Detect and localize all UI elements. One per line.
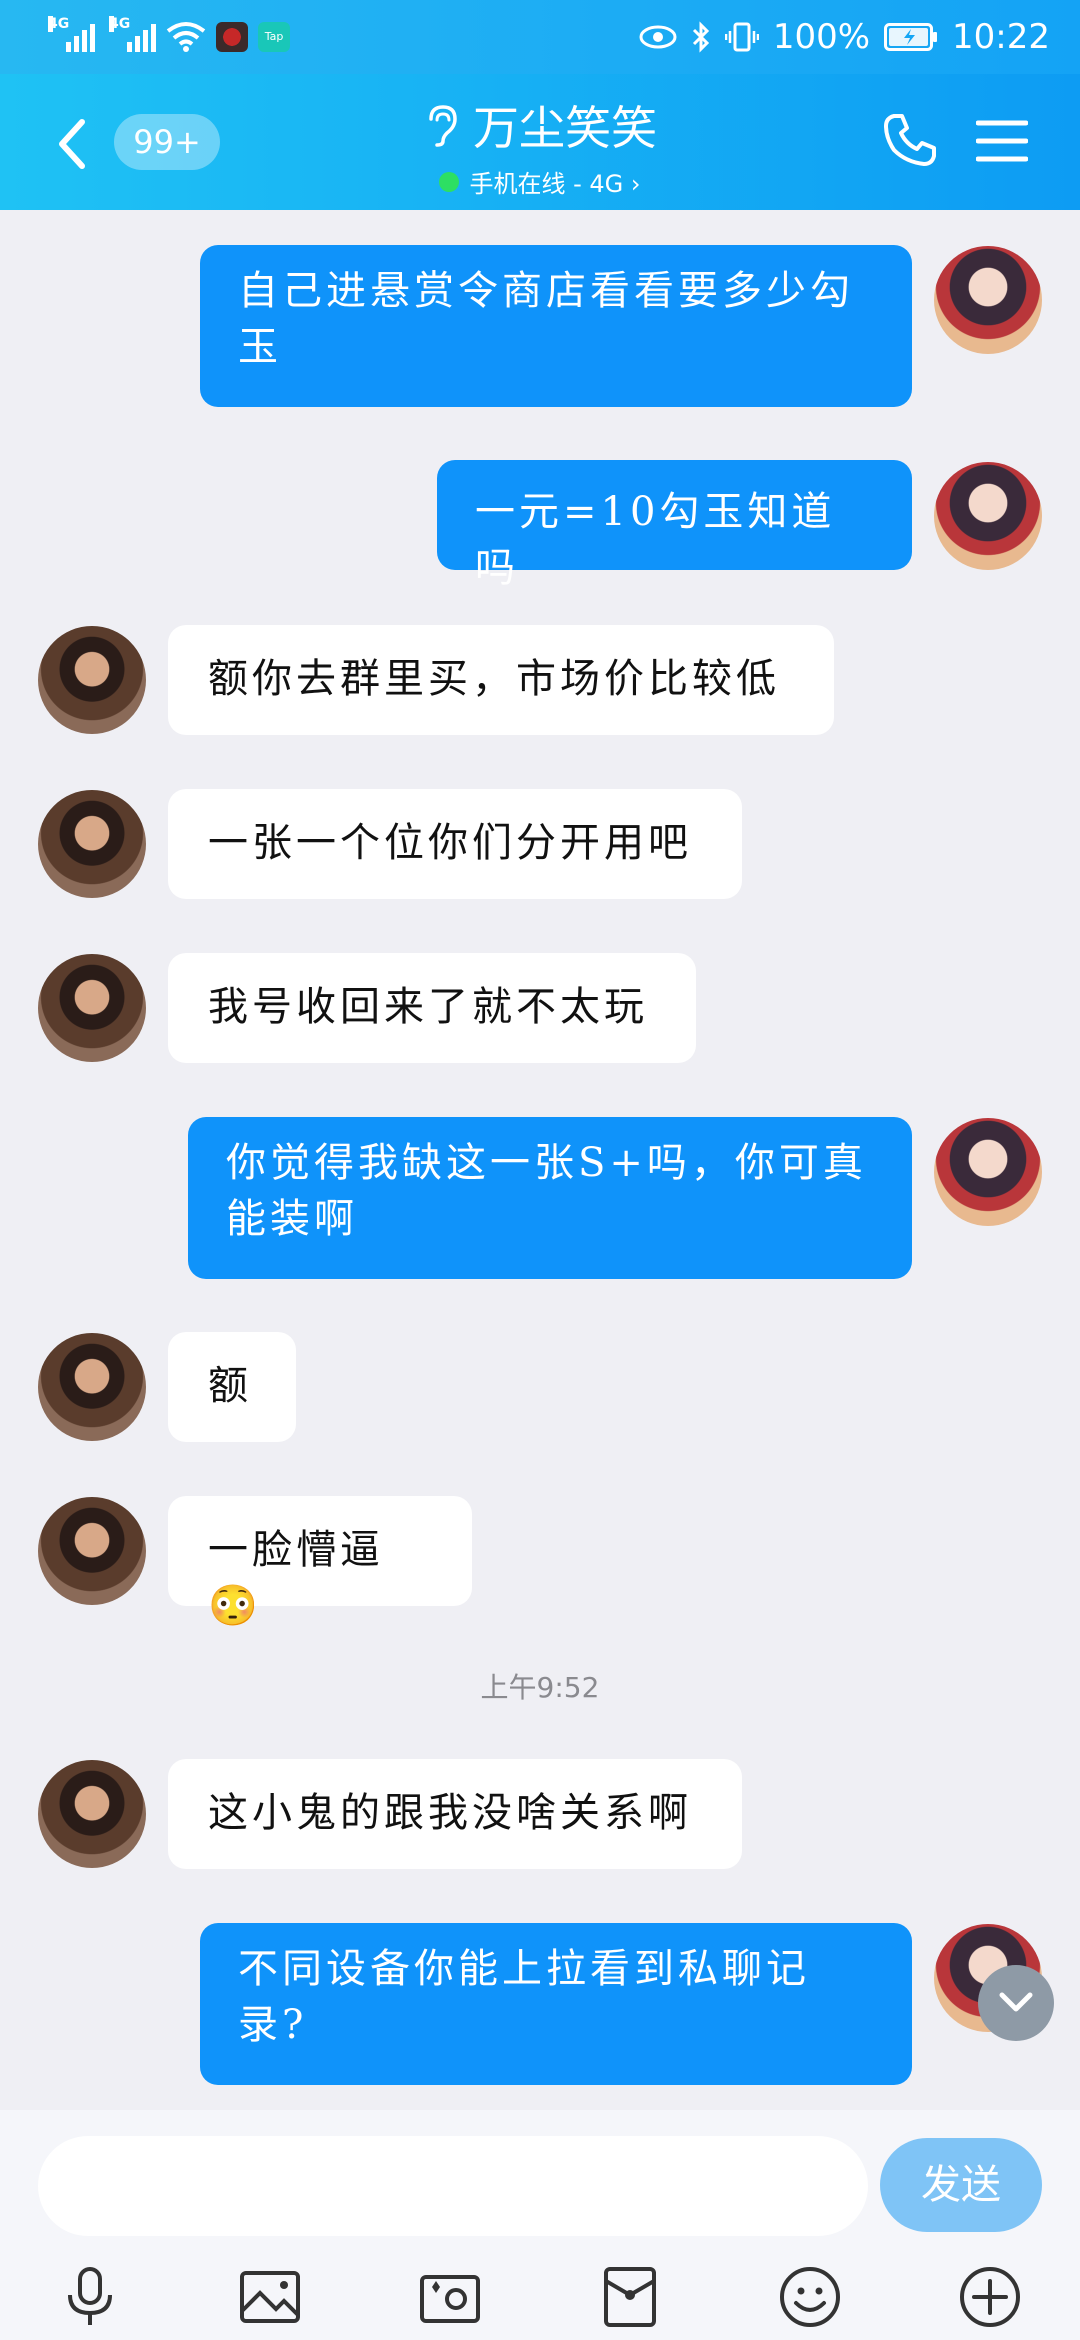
message-bubble-sent[interactable]: 不同设备你能上拉看到私聊记录?	[200, 1923, 912, 2085]
send-button[interactable]: 发送	[880, 2138, 1042, 2232]
message-bubble-received[interactable]: 一脸懵逼😳	[168, 1496, 472, 1629]
earpiece-mode-icon[interactable]	[423, 103, 459, 147]
cellular-signal-icon: 4G	[48, 16, 95, 52]
network-type-label-2: 4G	[109, 16, 131, 32]
plus-icon[interactable]	[958, 2265, 1022, 2329]
message-bubble-received[interactable]: 我号收回来了就不太玩	[168, 953, 696, 1063]
message-bubble-received[interactable]: 这小鬼的跟我没啥关系啊	[168, 1759, 742, 1869]
message-bubble-received[interactable]: 额	[168, 1332, 296, 1442]
presence-label: 手机在线 - 4G ›	[469, 170, 641, 198]
message-bubble-received[interactable]: 一张一个位你们分开用吧	[168, 789, 742, 899]
status-left: 4G 4G Tap	[48, 16, 290, 53]
status-bar: 4G 4G Tap 100% 10:22	[0, 0, 1080, 74]
message-input[interactable]	[38, 2136, 868, 2236]
battery-charging-icon	[884, 23, 938, 51]
contact-name[interactable]: 万尘笑笑	[473, 92, 657, 158]
avatar-self[interactable]	[934, 246, 1042, 354]
avatar-contact[interactable]	[38, 626, 146, 734]
image-icon[interactable]	[238, 2265, 302, 2329]
tap-app-icon: Tap	[258, 22, 290, 52]
chevron-down-icon	[999, 1992, 1033, 2012]
avatar-contact[interactable]	[38, 954, 146, 1062]
status-right: 100% 10:22	[639, 17, 1050, 57]
avatar-contact[interactable]	[38, 1760, 146, 1868]
emoji-icon[interactable]	[778, 2265, 842, 2329]
avatar-contact[interactable]	[38, 1497, 146, 1605]
scroll-to-bottom-button[interactable]	[978, 1965, 1054, 2041]
composer-toolbar	[0, 2265, 1080, 2335]
avatar-self[interactable]	[934, 462, 1042, 570]
avatar-contact[interactable]	[38, 790, 146, 898]
clock: 10:22	[952, 17, 1050, 57]
wifi-icon	[166, 22, 206, 52]
message-bubble-received[interactable]: 额你去群里买，市场价比较低	[168, 625, 834, 735]
avatar-contact[interactable]	[38, 1333, 146, 1441]
microphone-icon[interactable]	[58, 2265, 122, 2329]
camera-icon[interactable]	[418, 2265, 482, 2329]
message-list[interactable]: 自己进悬赏令商店看看要多少勾玉 一元=10勾玉知道吗 额你去群里买，市场价比较低…	[0, 210, 1080, 2110]
battery-percent: 100%	[772, 17, 871, 57]
bluetooth-icon	[692, 21, 709, 53]
time-divider: 上午9:52	[480, 1671, 600, 1704]
game-app-icon	[216, 22, 248, 52]
network-type-label: 4G	[48, 16, 70, 32]
menu-icon[interactable]	[976, 118, 1028, 164]
eye-comfort-icon	[639, 25, 677, 49]
message-bubble-sent[interactable]: 一元=10勾玉知道吗	[437, 460, 912, 591]
message-bubble-sent[interactable]: 自己进悬赏令商店看看要多少勾玉	[200, 245, 912, 407]
cellular-signal-icon-2: 4G	[109, 16, 156, 52]
online-status-dot	[439, 171, 460, 192]
composer: 发送	[0, 2110, 1080, 2340]
avatar-self[interactable]	[934, 1118, 1042, 1226]
vibrate-icon	[724, 22, 759, 52]
chat-header: 99+ 万尘笑笑 手机在线 - 4G ›	[0, 74, 1080, 210]
phone-call-icon[interactable]	[880, 110, 940, 170]
red-packet-icon[interactable]	[598, 2265, 662, 2329]
message-bubble-sent[interactable]: 你觉得我缺这一张S+吗，你可真能装啊	[188, 1117, 912, 1279]
